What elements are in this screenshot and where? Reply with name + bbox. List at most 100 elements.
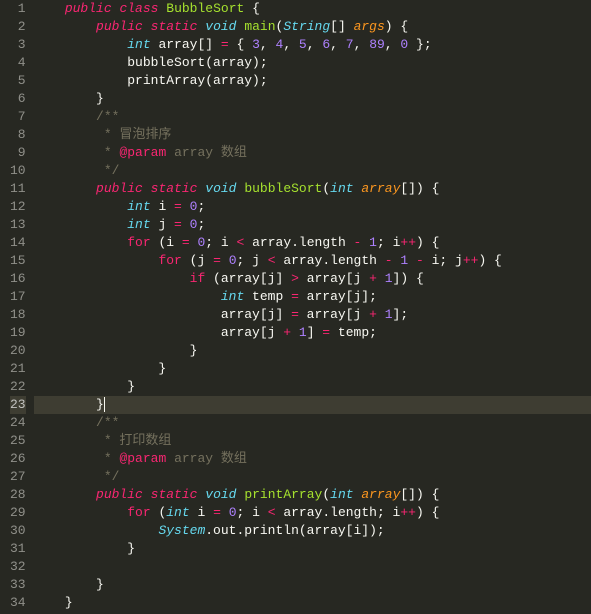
code-token: /** (96, 109, 119, 124)
code-token: [] (330, 19, 353, 34)
code-line[interactable]: for (int i = 0; i < array.length; i++) { (34, 504, 591, 522)
code-line[interactable]: } (34, 594, 591, 612)
code-line[interactable]: public static void bubbleSort(int array[… (34, 180, 591, 198)
code-token (34, 235, 128, 250)
code-token: printArray(array); (34, 73, 268, 88)
code-token: 数组 (213, 451, 247, 466)
code-token: (array[j] (205, 271, 291, 286)
code-token: array[j]; (299, 289, 377, 304)
code-token: = (291, 289, 299, 304)
code-token: args (354, 19, 385, 34)
code-line[interactable] (34, 558, 591, 576)
code-token (34, 505, 128, 520)
line-number: 34 (10, 594, 26, 612)
code-line[interactable]: } (34, 396, 591, 414)
code-token (221, 253, 229, 268)
code-token: int (330, 181, 353, 196)
code-token: array.length (244, 235, 353, 250)
code-line[interactable]: array[j + 1] = temp; (34, 324, 591, 342)
code-token (221, 505, 229, 520)
line-number: 32 (10, 558, 26, 576)
code-line[interactable]: for (i = 0; i < array.length - 1; i++) { (34, 234, 591, 252)
code-line[interactable]: if (array[j] > array[j + 1]) { (34, 270, 591, 288)
code-token (34, 37, 128, 52)
code-token: array (361, 487, 400, 502)
code-token: = (291, 307, 299, 322)
code-token: i (190, 505, 213, 520)
code-token: ++ (400, 505, 416, 520)
code-line[interactable]: for (j = 0; j < array.length - 1 - i; j+… (34, 252, 591, 270)
code-token: .out.println(array[i]); (205, 523, 384, 538)
line-number: 22 (10, 378, 26, 396)
code-token: } (34, 577, 104, 592)
code-line[interactable]: } (34, 342, 591, 360)
code-token: main (244, 19, 275, 34)
code-line[interactable]: /** (34, 414, 591, 432)
code-token (377, 271, 385, 286)
code-token (34, 109, 96, 124)
line-number: 19 (10, 324, 26, 342)
code-token (34, 217, 128, 232)
code-token: }; (408, 37, 431, 52)
code-line[interactable]: printArray(array); (34, 72, 591, 90)
code-line[interactable]: bubbleSort(array); (34, 54, 591, 72)
code-line[interactable]: } (34, 576, 591, 594)
code-token: BubbleSort (166, 1, 244, 16)
line-number: 5 (10, 72, 26, 90)
code-editor[interactable]: 1234567891011121314151617181920212223242… (0, 0, 591, 612)
code-line[interactable]: } (34, 378, 591, 396)
code-token (143, 19, 151, 34)
code-line[interactable]: int i = 0; (34, 198, 591, 216)
code-token: + (283, 325, 291, 340)
code-token: ]; (393, 307, 409, 322)
code-token: (i (151, 235, 182, 250)
code-token: ) { (416, 505, 439, 520)
code-line[interactable]: System.out.println(array[i]); (34, 522, 591, 540)
code-line[interactable]: */ (34, 468, 591, 486)
code-token: , (307, 37, 323, 52)
code-line[interactable]: } (34, 360, 591, 378)
code-token: , (260, 37, 276, 52)
code-area[interactable]: public class BubbleSort { public static … (34, 0, 591, 612)
code-token: public (96, 181, 143, 196)
code-token: ; (197, 217, 205, 232)
code-token: } (34, 361, 167, 376)
code-line[interactable]: int j = 0; (34, 216, 591, 234)
code-token: void (205, 181, 236, 196)
code-token: @param (119, 451, 166, 466)
code-token: array.length; i (276, 505, 401, 520)
code-token: > (291, 271, 299, 286)
code-token: []) { (400, 487, 439, 502)
code-token: array[j] (34, 307, 291, 322)
code-line[interactable]: public class BubbleSort { (34, 0, 591, 18)
code-token: (j (182, 253, 213, 268)
code-line[interactable]: * @param array 数组 (34, 144, 591, 162)
code-token: static (151, 181, 198, 196)
code-token: - (385, 253, 393, 268)
code-token: } (34, 397, 104, 412)
code-token: for (158, 253, 181, 268)
code-token: int (127, 37, 150, 52)
code-line[interactable]: array[j] = array[j + 1]; (34, 306, 591, 324)
code-token: public (96, 487, 143, 502)
line-number: 31 (10, 540, 26, 558)
code-token: 5 (299, 37, 307, 52)
code-token: public (65, 1, 112, 16)
code-line[interactable]: public static void main(String[] args) { (34, 18, 591, 36)
code-line[interactable]: */ (34, 162, 591, 180)
code-token: < (268, 505, 276, 520)
code-line[interactable]: /** (34, 108, 591, 126)
code-token: { (244, 1, 260, 16)
code-line[interactable]: * 冒泡排序 (34, 126, 591, 144)
code-token: int (330, 487, 353, 502)
code-line[interactable]: } (34, 90, 591, 108)
code-line[interactable]: * @param array 数组 (34, 450, 591, 468)
code-line[interactable]: public static void printArray(int array[… (34, 486, 591, 504)
code-line[interactable]: int array[] = { 3, 4, 5, 6, 7, 89, 0 }; (34, 36, 591, 54)
code-token: = (182, 235, 190, 250)
code-line[interactable]: * 打印数组 (34, 432, 591, 450)
code-token: , (354, 37, 370, 52)
code-token: * 冒泡排序 (34, 127, 172, 142)
code-line[interactable]: int temp = array[j]; (34, 288, 591, 306)
code-line[interactable]: } (34, 540, 591, 558)
